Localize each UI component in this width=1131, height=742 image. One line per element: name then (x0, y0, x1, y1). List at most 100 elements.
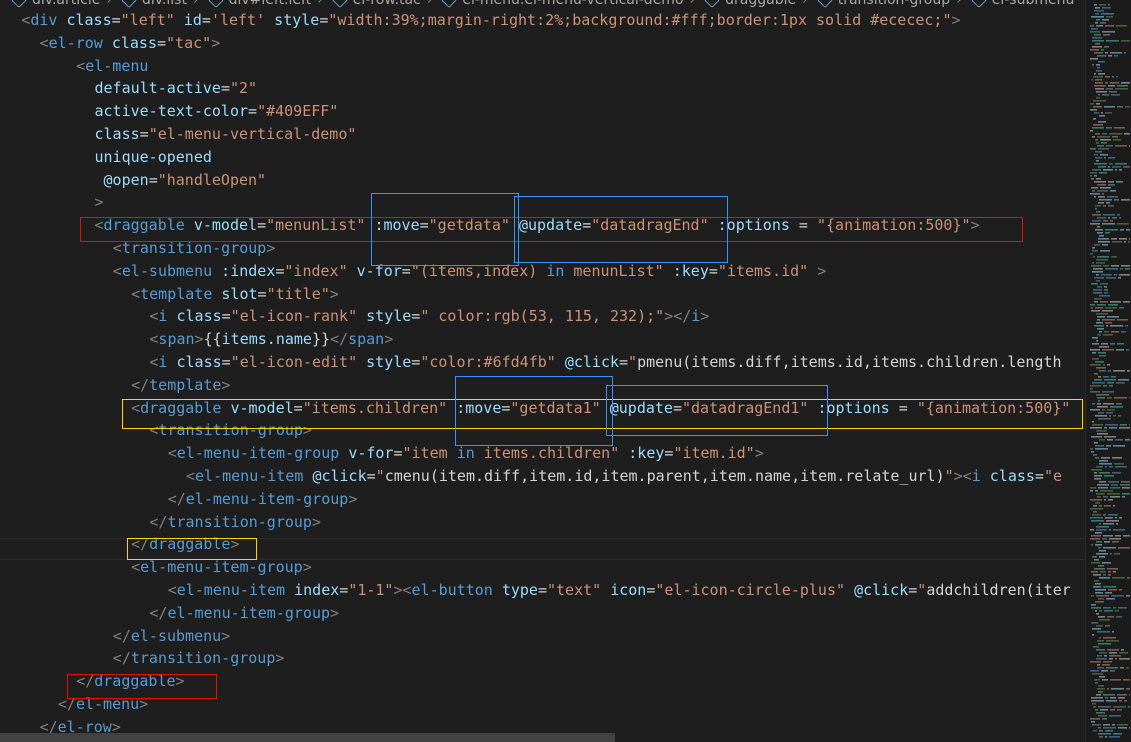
code-line[interactable]: <draggable v-model="menunList" :move="ge… (95, 214, 980, 237)
code-line[interactable]: class="el-menu-vertical-demo" (95, 123, 357, 146)
minimap-stroke (1095, 157, 1102, 159)
minimap-stroke (1115, 169, 1117, 171)
minimap-stroke (1092, 703, 1096, 705)
code-line[interactable]: <transition-group> (113, 237, 276, 260)
horizontal-scrollbar[interactable] (0, 733, 615, 742)
code-line[interactable]: active-text-color="#409EFF" (95, 100, 339, 123)
code-line[interactable]: </el-menu-item-group> (168, 488, 358, 511)
breadcrumb-label: el-submenu (991, 0, 1075, 8)
code-line[interactable]: <div class="left" id='left' style="width… (21, 9, 960, 32)
breadcrumb-item[interactable]: div.list (118, 0, 187, 9)
breadcrumb[interactable]: div.article › div.list › div#left.left › el-ro… (0, 0, 1085, 9)
code-line[interactable]: </template> (131, 374, 230, 397)
code-line[interactable]: <i class="el-icon-rank" style=" color:rg… (149, 305, 709, 328)
minimap[interactable] (1085, 0, 1131, 742)
code-token: active-text-color (94, 102, 249, 121)
minimap-stroke (1128, 706, 1130, 708)
code-line[interactable]: unique-opened (95, 146, 212, 169)
code-line[interactable]: <i class="el-icon-edit" style="color:#6f… (149, 351, 1061, 374)
minimap-stroke (1100, 22, 1106, 24)
minimap-stroke (1098, 643, 1111, 645)
minimap-stroke (1096, 178, 1101, 180)
code-line[interactable]: <template slot="title"> (131, 283, 339, 306)
code-line[interactable]: <el-row class="tac"> (40, 32, 221, 55)
minimap-stroke (1090, 409, 1100, 411)
minimap-stroke (1093, 118, 1096, 120)
minimap-stroke (1093, 706, 1096, 708)
minimap-stroke (1110, 343, 1115, 345)
minimap-stroke (1124, 52, 1126, 54)
minimap-stroke (1108, 514, 1118, 516)
minimap-stroke (1090, 109, 1097, 111)
minimap-stroke (1095, 592, 1103, 594)
minimap-stroke (1097, 316, 1105, 318)
breadcrumb-item[interactable]: div.article (8, 0, 100, 9)
minimap-stroke (1109, 655, 1121, 657)
breadcrumb-item[interactable]: div#left.left (205, 0, 311, 9)
minimap-stroke (1099, 331, 1102, 333)
minimap-stroke (1110, 496, 1120, 498)
code-line[interactable]: <el-menu (76, 55, 148, 78)
code-line[interactable]: <draggable v-model="items.children" :mov… (131, 397, 1070, 420)
code-line[interactable]: default-active="2" (95, 77, 258, 100)
minimap-stroke (1099, 115, 1105, 117)
code-token: < (112, 239, 122, 257)
breadcrumb-item[interactable]: draggable (701, 0, 796, 9)
minimap-stroke (1091, 607, 1101, 609)
minimap-stroke (1116, 76, 1118, 78)
code-token: < (76, 56, 86, 75)
code-line[interactable]: </el-menu> (58, 693, 148, 716)
minimap-stroke (1104, 427, 1107, 429)
minimap-stroke (1103, 586, 1116, 588)
breadcrumb-items[interactable]: div.article › div.list › div#left.left › el-ro… (8, 0, 1074, 9)
minimap-stroke (1117, 724, 1128, 726)
breadcrumb-item[interactable]: el-menu.el-menu-vertical-demo (438, 0, 684, 9)
minimap-stroke (1111, 484, 1118, 486)
code-line[interactable]: <el-menu-item-group> (131, 556, 312, 579)
code-line[interactable]: <el-menu-item @click="cmenu(item.diff,it… (186, 465, 1062, 488)
code-line[interactable]: </draggable> (76, 670, 184, 693)
code-token: @update (518, 216, 583, 235)
code-line[interactable]: </el-menu-item-group> (149, 602, 339, 625)
minimap-stroke (1097, 217, 1106, 219)
minimap-stroke (1097, 232, 1103, 234)
minimap-stroke (1091, 535, 1101, 537)
code-line[interactable]: @open="handleOpen" (95, 169, 267, 192)
code-line[interactable]: </draggable> (131, 533, 239, 556)
minimap-stroke (1098, 685, 1104, 687)
code-token: transition-group (121, 239, 267, 257)
minimap-stroke (1098, 418, 1111, 420)
minimap-stroke (1120, 667, 1124, 669)
code-line[interactable]: </transition-group> (149, 511, 321, 534)
minimap-stroke (1105, 730, 1113, 732)
code-line[interactable]: <el-menu-item index="1-1"><el-button typ… (168, 579, 1071, 602)
code-line[interactable]: </transition-group> (113, 647, 285, 670)
code-token: transition-group (130, 649, 276, 668)
code-token: class (176, 353, 222, 371)
code-editor[interactable]: <div class="left" id='left' style="width… (0, 9, 1085, 742)
minimap-stroke (1094, 478, 1101, 480)
minimap-stroke (1097, 688, 1105, 690)
breadcrumb-item[interactable]: el-row.tac (329, 0, 421, 9)
code-token: = (537, 581, 547, 599)
breadcrumb-item[interactable]: transition-group (814, 0, 950, 9)
minimap-stroke (1109, 658, 1113, 660)
code-token: "{animation:500}" (817, 216, 971, 235)
code-line[interactable]: <transition-group> (149, 419, 312, 442)
breadcrumb-item[interactable]: el-submenu (968, 0, 1075, 9)
minimap-stroke (1102, 349, 1114, 351)
minimap-stroke (1110, 82, 1119, 84)
code-token: > (330, 603, 340, 622)
code-line[interactable]: <el-submenu :index="index" v-for="(items… (113, 260, 826, 283)
minimap-stroke (1119, 169, 1122, 171)
minimap-stroke (1094, 277, 1104, 279)
code-line[interactable]: <el-menu-item-group v-for="item in items… (168, 442, 764, 465)
code-line[interactable]: > (95, 191, 104, 214)
code-line[interactable]: <span>{{items.name}}</span> (149, 328, 393, 351)
minimap-stroke (1091, 307, 1093, 309)
minimap-stroke (1094, 301, 1098, 303)
minimap-stroke (1110, 220, 1113, 222)
minimap-stroke (1106, 598, 1115, 600)
code-line[interactable]: </el-submenu> (113, 625, 230, 648)
